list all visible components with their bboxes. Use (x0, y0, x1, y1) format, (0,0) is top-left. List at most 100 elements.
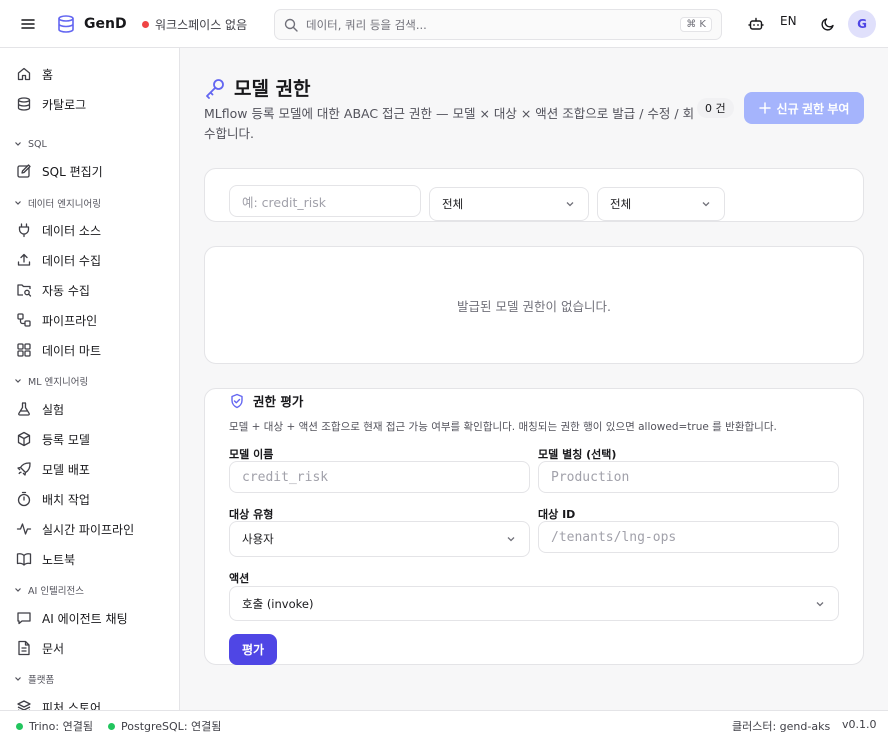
search-icon (284, 18, 298, 32)
top-bar: GenD 워크스페이스 없음 ⌘ K EN G (0, 0, 888, 48)
cluster-info: 클러스터: gend-aks (732, 720, 831, 733)
sidebar-item-label: 데이터 수집 (42, 253, 102, 268)
section-label: 플랫폼 (28, 675, 55, 686)
layers-icon (17, 700, 31, 710)
target-type-select[interactable]: 사용자 (229, 521, 530, 557)
sidebar-item-sql-editor[interactable]: SQL 편집기 (16, 159, 176, 183)
moon-icon[interactable] (816, 12, 840, 36)
grant-permission-button[interactable]: 신규 권한 부여 (744, 92, 864, 124)
grant-button-label: 신규 권한 부여 (776, 101, 850, 116)
section-label: 데이터 엔지니어링 (28, 199, 101, 210)
chevron-down-icon (15, 677, 21, 681)
evaluation-card: 권한 평가 모델 + 대상 + 액션 조합으로 현재 접근 가능 여부를 확인합… (204, 388, 864, 665)
sidebar-item-label: 모델 배포 (42, 462, 90, 477)
app-name: GenD (84, 16, 127, 32)
sidebar-item-label: 데이터 소스 (42, 223, 102, 238)
menu-icon[interactable] (16, 12, 40, 36)
filter-select-2-value: 전체 (610, 197, 632, 211)
evaluate-button[interactable]: 평가 (229, 634, 277, 665)
sidebar-item-label: SQL 편집기 (42, 164, 103, 179)
action-label: 액션 (229, 572, 250, 585)
sidebar-item-docs[interactable]: 문서 (16, 636, 176, 660)
sidebar-item-registered-model[interactable]: 등록 모델 (16, 427, 176, 451)
status-dot (108, 722, 115, 730)
sidebar-item-ai-agent-chat[interactable]: AI 에이전트 채팅 (16, 606, 176, 630)
robot-icon[interactable] (744, 12, 768, 36)
sidebar-item-label: 등록 모델 (42, 432, 90, 447)
grid-icon (17, 343, 31, 357)
model-name-input[interactable]: credit_risk (229, 461, 530, 493)
model-name-label: 모델 이름 (229, 448, 274, 461)
box-icon (17, 431, 31, 447)
search-input[interactable] (306, 17, 673, 32)
edit-icon (17, 164, 31, 178)
sidebar-item-auto-ingest[interactable]: 자동 수집 (16, 278, 176, 302)
postgres-status-text: PostgreSQL: 연결됨 (121, 720, 222, 733)
plus-icon (758, 102, 771, 114)
count-badge: 0 건 (697, 98, 734, 118)
sidebar-item-label: 문서 (42, 641, 65, 656)
model-alias-input[interactable]: Production (538, 461, 839, 493)
upload-icon (17, 253, 31, 266)
filter-select-2[interactable]: 전체 (597, 187, 725, 221)
sidebar-item-batch-job[interactable]: 배치 작업 (16, 487, 176, 511)
trino-status: Trino: 연결됨 (16, 718, 93, 734)
filter-select-1[interactable]: 전체 (429, 187, 589, 221)
global-search[interactable]: ⌘ K (274, 9, 722, 40)
workspace-status-dot (142, 20, 149, 28)
sidebar-item-catalog[interactable]: 카탈로그 (16, 92, 176, 116)
chevron-down-icon (816, 601, 824, 606)
workspace-label: 워크스페이스 없음 (155, 17, 248, 32)
sidebar-item-pipeline[interactable]: 파이프라인 (16, 308, 176, 332)
language-toggle[interactable]: EN (780, 14, 797, 28)
workspace-selector[interactable]: 워크스페이스 없음 (142, 14, 247, 34)
chevron-down-icon (702, 202, 710, 207)
sidebar-item-feature-store[interactable]: 피처 스토어 (16, 695, 176, 710)
empty-state-text: 발급된 모델 권한이 없습니다. (457, 298, 611, 314)
sidebar-item-label: 피처 스토어 (42, 700, 102, 711)
sidebar-item-data-mart[interactable]: 데이터 마트 (16, 338, 176, 362)
plug-icon (18, 223, 30, 238)
activity-icon (16, 523, 32, 535)
filter-card: 예: credit_risk 전체 전체 (204, 168, 864, 222)
chevron-down-icon (15, 142, 21, 146)
evaluation-title: 권한 평가 (229, 391, 303, 410)
sidebar-item-notebook[interactable]: 노트북 (16, 547, 176, 571)
sidebar-item-model-deploy[interactable]: 모델 배포 (16, 457, 176, 481)
sidebar-item-data-source[interactable]: 데이터 소스 (16, 218, 176, 242)
evaluation-description: 모델 + 대상 + 액션 조합으로 현재 접근 가능 여부를 확인합니다. 매칭… (229, 421, 777, 433)
chevron-down-icon (507, 537, 515, 542)
sidebar-item-label: 파이프라인 (42, 313, 98, 328)
shield-check-icon (231, 393, 243, 408)
target-type-label: 대상 유형 (229, 508, 274, 521)
database-icon (17, 97, 31, 111)
target-id-input[interactable]: /tenants/lng-ops (538, 521, 839, 553)
avatar[interactable]: G (848, 10, 876, 38)
sidebar: 홈 카탈로그 SQL SQL 편집기 데이터 엔지니어링 데이터 소스 데이터 … (0, 48, 180, 710)
model-filter-input[interactable]: 예: credit_risk (229, 185, 421, 217)
app-logo[interactable]: GenD (56, 12, 127, 36)
sidebar-section-platform[interactable]: 플랫폼 (14, 671, 54, 687)
sidebar-item-label: 실시간 파이프라인 (42, 522, 135, 537)
trino-status-text: Trino: 연결됨 (29, 720, 93, 733)
page-description: MLflow 등록 모델에 대한 ABAC 접근 권한 — 모델 × 대상 × … (204, 106, 695, 141)
action-select[interactable]: 호출 (invoke) (229, 586, 839, 621)
sidebar-item-home[interactable]: 홈 (16, 62, 176, 86)
chevron-down-icon (15, 379, 21, 383)
sidebar-item-label: 배치 작업 (42, 492, 90, 507)
sidebar-item-label: 자동 수집 (42, 283, 90, 298)
status-dot (16, 722, 23, 730)
action-value: 호출 (invoke) (242, 596, 314, 611)
sidebar-item-label: 노트북 (42, 552, 76, 567)
sidebar-item-realtime-pipeline[interactable]: 실시간 파이프라인 (16, 517, 176, 541)
sidebar-item-data-ingest[interactable]: 데이터 수집 (16, 248, 176, 272)
file-text-icon (18, 640, 30, 656)
filter-select-1-value: 전체 (442, 197, 464, 211)
sidebar-section-data-eng[interactable]: 데이터 엔지니어링 (14, 195, 101, 211)
sidebar-section-ai[interactable]: AI 인텔리전스 (14, 582, 84, 598)
sidebar-section-sql[interactable]: SQL (14, 136, 47, 152)
sidebar-section-ml-eng[interactable]: ML 엔지니어링 (14, 373, 88, 389)
evaluation-title-text: 권한 평가 (253, 394, 304, 409)
model-alias-label: 모델 별칭 (선택) (538, 448, 617, 461)
sidebar-item-experiment[interactable]: 실험 (16, 397, 176, 421)
